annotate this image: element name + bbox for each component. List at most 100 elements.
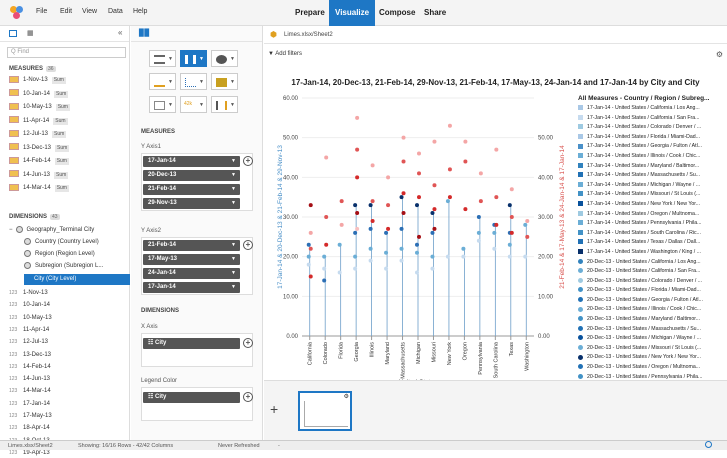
- measure-item[interactable]: 1-Nov-13 Sum: [9, 75, 66, 85]
- gear-icon[interactable]: ⚙: [716, 50, 723, 59]
- red-data-point[interactable]: [324, 155, 329, 160]
- blue-data-point[interactable]: [384, 250, 389, 255]
- legend-city-pill[interactable]: ☷ City: [143, 392, 240, 403]
- add-sheet-button[interactable]: +: [270, 401, 278, 417]
- red-data-point[interactable]: [525, 234, 530, 239]
- sheet-thumbnail[interactable]: ⚙: [298, 391, 352, 431]
- blue-data-point[interactable]: [430, 211, 435, 216]
- measure-item[interactable]: 14-Mar-14 Sum: [9, 183, 69, 193]
- legend-item[interactable]: 20-Dec-13 - United States / Florida / Mi…: [578, 286, 727, 296]
- chart-type-bubble[interactable]: ▼: [211, 96, 238, 113]
- sum-badge[interactable]: Sum: [55, 144, 70, 152]
- collapse-panel-icon[interactable]: «: [118, 28, 122, 37]
- blue-data-point[interactable]: [322, 278, 327, 283]
- tab-prepare[interactable]: Prepare: [289, 0, 331, 26]
- tab-visualize[interactable]: Visualize: [329, 0, 376, 26]
- numeric-dimension-item[interactable]: 123 18-Apr-14: [9, 423, 50, 433]
- red-data-point[interactable]: [401, 191, 406, 196]
- blue-data-point[interactable]: [492, 230, 497, 235]
- red-data-point[interactable]: [401, 159, 406, 164]
- gear-icon[interactable]: ⚙: [344, 393, 349, 400]
- tab-share[interactable]: Share: [418, 0, 452, 26]
- blue-data-point[interactable]: [492, 246, 497, 251]
- blue-data-point[interactable]: [415, 242, 419, 247]
- legend-item[interactable]: 20-Dec-13 - United States / Maryland / B…: [578, 315, 727, 325]
- sum-badge[interactable]: Sum: [54, 185, 69, 192]
- sum-badge[interactable]: Sum: [51, 77, 66, 84]
- blue-data-point[interactable]: [415, 250, 419, 255]
- red-data-point[interactable]: [432, 207, 437, 212]
- red-data-point[interactable]: [417, 171, 421, 176]
- measure-pill[interactable]: 17-Jan-14 ▼: [143, 156, 240, 167]
- chart-type-grid[interactable]: ▼: [149, 96, 176, 113]
- legend-item[interactable]: 20-Dec-13 - United States / Michigan / W…: [578, 334, 727, 344]
- chart-type-scatter[interactable]: ▼: [180, 73, 207, 90]
- menu-data[interactable]: Data: [108, 8, 123, 15]
- legend-item[interactable]: 20-Dec-13 - United States / New York / N…: [578, 353, 727, 363]
- sum-badge[interactable]: Sum: [52, 131, 67, 138]
- red-data-point[interactable]: [509, 215, 514, 219]
- blue-data-point[interactable]: [353, 266, 358, 271]
- red-data-point[interactable]: [494, 147, 499, 152]
- legend-item[interactable]: 17-Jan-14 - United States / Washington /…: [578, 248, 727, 258]
- numeric-dimension-item[interactable]: 123 14-Mar-14: [9, 386, 51, 396]
- panel-toggle-icon[interactable]: [9, 30, 17, 37]
- blue-data-point[interactable]: [368, 246, 373, 251]
- menu-file[interactable]: File: [36, 8, 47, 15]
- numeric-dimension-item[interactable]: 123 10-May-13: [9, 313, 52, 323]
- info-icon[interactable]: [705, 441, 712, 448]
- legend-item[interactable]: 17-Jan-14 - United States / South Caroli…: [578, 229, 727, 239]
- legend-item[interactable]: 17-Jan-14 - United States / Illinois / C…: [578, 152, 727, 162]
- red-data-point[interactable]: [417, 151, 421, 156]
- blue-data-point[interactable]: [476, 238, 481, 243]
- red-data-point[interactable]: [324, 242, 329, 247]
- measure-item[interactable]: 14-Feb-14 Sum: [9, 156, 69, 166]
- red-data-point[interactable]: [370, 163, 375, 168]
- blue-data-point[interactable]: [368, 203, 373, 208]
- measure-pill[interactable]: 21-Feb-14 ▼: [143, 184, 240, 195]
- add-filters-button[interactable]: ▼ Add filters: [268, 51, 302, 57]
- sum-badge[interactable]: Sum: [53, 117, 68, 125]
- scatter-chart[interactable]: 0.00 10.00 20.00 30.00 40.00 50.00 60.00 0.00 10…: [264, 88, 578, 388]
- add-y-axis1-icon[interactable]: +: [243, 156, 253, 166]
- level-region[interactable]: Region (Region Level): [24, 249, 95, 259]
- measure-pill[interactable]: 21-Feb-14 ▼: [143, 240, 240, 251]
- measure-pill[interactable]: 29-Nov-13 ▼: [143, 198, 240, 209]
- red-data-point[interactable]: [432, 226, 437, 231]
- menu-edit[interactable]: Edit: [60, 8, 72, 15]
- red-data-point[interactable]: [447, 167, 452, 172]
- red-data-point[interactable]: [494, 195, 499, 200]
- measure-pill[interactable]: 17-May-13 ▼: [143, 254, 240, 265]
- blue-data-point[interactable]: [353, 254, 358, 259]
- red-data-point[interactable]: [339, 222, 344, 227]
- red-data-point[interactable]: [339, 199, 344, 204]
- level-subregion[interactable]: Subregion (Subregion L...: [24, 261, 103, 271]
- x-axis-city-pill[interactable]: ☷ City: [143, 338, 240, 349]
- blue-data-point[interactable]: [368, 258, 373, 263]
- numeric-dimension-item[interactable]: 123 10-Jan-14: [9, 300, 50, 310]
- legend-item[interactable]: 20-Dec-13 - United States / California /…: [578, 267, 727, 277]
- legend-item[interactable]: 17-Jan-14 - United States / California /…: [578, 114, 727, 124]
- blue-data-point[interactable]: [523, 254, 528, 259]
- red-data-point[interactable]: [447, 195, 452, 200]
- chart-type-heatmap[interactable]: ▼: [211, 73, 238, 90]
- blue-data-point[interactable]: [322, 254, 327, 259]
- blue-data-point[interactable]: [507, 242, 512, 247]
- sum-badge[interactable]: Sum: [54, 90, 69, 98]
- blue-data-point[interactable]: [368, 226, 373, 231]
- search-input[interactable]: Q Find: [7, 47, 126, 58]
- measure-item[interactable]: 12-Jul-13 Sum: [9, 129, 67, 139]
- legend-item[interactable]: 17-Jan-14 - United States / Pennsylvania…: [578, 219, 727, 229]
- menu-help[interactable]: Help: [133, 8, 147, 15]
- sum-badge[interactable]: Sum: [54, 158, 69, 165]
- legend-item[interactable]: 17-Jan-14 - United States / Michigan / W…: [578, 181, 727, 191]
- red-data-point[interactable]: [308, 203, 313, 208]
- measure-item[interactable]: 10-May-13 Sum: [9, 102, 70, 112]
- blue-data-point[interactable]: [507, 254, 512, 259]
- add-legend-color-icon[interactable]: +: [243, 392, 253, 402]
- legend-item[interactable]: 20-Dec-13 - United States / Missouri / S…: [578, 344, 727, 354]
- measure-pill[interactable]: 24-Jan-14 ▼: [143, 268, 240, 279]
- red-data-point[interactable]: [308, 274, 313, 279]
- blue-data-point[interactable]: [476, 215, 481, 219]
- blue-data-point[interactable]: [476, 230, 481, 235]
